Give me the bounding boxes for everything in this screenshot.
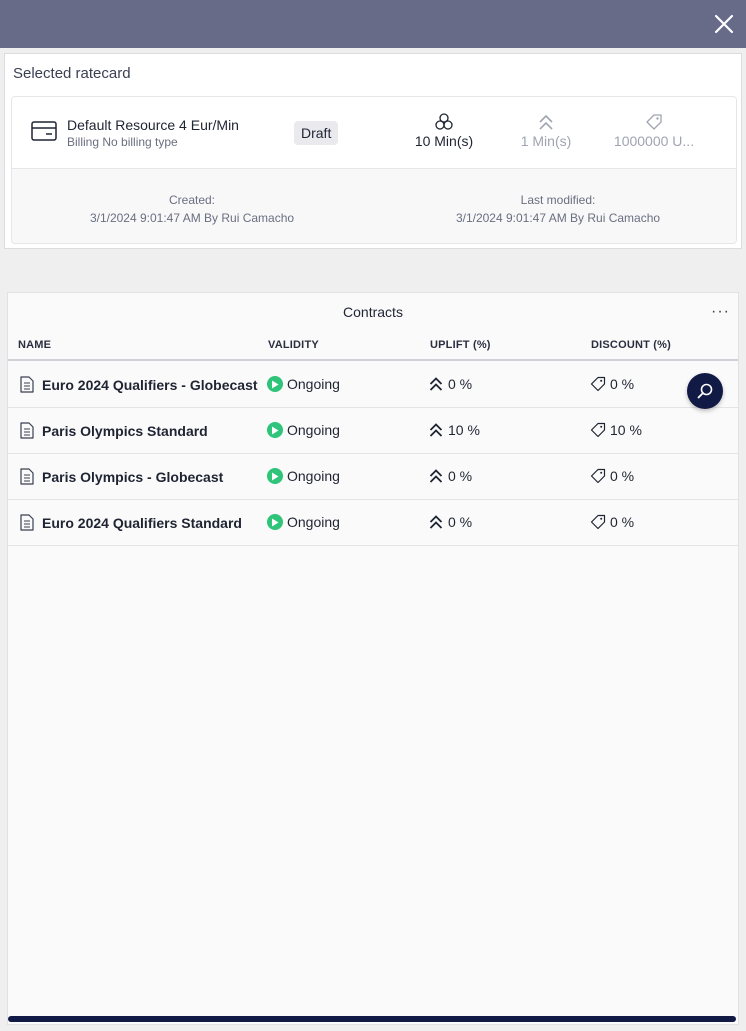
tag-icon [590, 514, 606, 530]
close-icon [714, 14, 734, 34]
credit-card-icon [31, 121, 57, 141]
ratecard-billing: Billing No billing type [67, 135, 178, 149]
discount-value: 0 % [610, 468, 635, 484]
contracts-title: Contracts [343, 304, 403, 320]
discount-cell: 0 % [590, 376, 634, 392]
play-circle-icon [267, 468, 283, 484]
validity-status: Ongoing [287, 468, 340, 484]
contract-name: Euro 2024 Qualifiers - Globecast [42, 376, 258, 393]
duration-stat: 10 Min(s) [404, 113, 484, 149]
contract-name-cell: Paris Olympics Standard [20, 422, 208, 439]
play-circle-icon [267, 422, 283, 438]
uplift-value: 0 % [448, 376, 473, 392]
document-icon [20, 422, 34, 439]
top-bar [0, 0, 746, 48]
units-value: 1000000 U... [613, 133, 695, 149]
double-chevron-up-icon [429, 377, 443, 391]
uplift-cell: 10 % [429, 422, 480, 438]
play-circle-icon [267, 514, 283, 530]
discount-value: 0 % [610, 514, 635, 530]
modified-info: Last modified: 3/1/2024 9:01:47 AM By Ru… [418, 191, 698, 227]
ratecard-summary: Default Resource 4 Eur/Min Billing No bi… [12, 97, 736, 169]
increment-value: 1 Min(s) [520, 133, 572, 149]
uplift-value: 0 % [448, 468, 473, 484]
contract-name: Paris Olympics - Globecast [42, 468, 224, 485]
coins-icon [435, 113, 453, 130]
uplift-cell: 0 % [429, 468, 472, 484]
validity-cell: Ongoing [267, 376, 340, 392]
discount-value: 10 % [610, 422, 642, 438]
document-icon [20, 376, 34, 393]
created-info: Created: 3/1/2024 9:01:47 AM By Rui Cama… [52, 191, 332, 227]
uplift-cell: 0 % [429, 376, 472, 392]
uplift-cell: 0 % [429, 514, 472, 530]
column-header-validity[interactable]: VALIDITY [268, 339, 319, 351]
validity-cell: Ongoing [267, 468, 340, 484]
column-header-discount[interactable]: DISCOUNT (%) [591, 339, 671, 351]
discount-cell: 10 % [590, 422, 642, 438]
modified-label: Last modified: [520, 193, 596, 207]
discount-value: 0 % [610, 376, 635, 392]
more-options-button[interactable]: ··· [711, 303, 730, 321]
validity-status: Ongoing [287, 376, 340, 392]
contract-name-cell: Euro 2024 Qualifiers - Globecast [20, 376, 258, 393]
validity-cell: Ongoing [267, 514, 340, 530]
table-row[interactable]: Euro 2024 Qualifiers - Globecast Ongoing… [8, 362, 738, 408]
ratecard-card[interactable]: Default Resource 4 Eur/Min Billing No bi… [11, 96, 737, 244]
double-chevron-up-icon [429, 423, 443, 437]
contracts-panel: Contracts ··· NAME VALIDITY UPLIFT (%) D… [7, 292, 739, 1025]
discount-cell: 0 % [590, 468, 634, 484]
table-header: NAME VALIDITY UPLIFT (%) DISCOUNT (%) [8, 333, 738, 361]
tag-icon [590, 422, 606, 438]
created-label: Created: [168, 193, 216, 207]
tag-icon [590, 376, 606, 392]
discount-cell: 0 % [590, 514, 634, 530]
close-button[interactable] [712, 12, 736, 36]
double-chevron-up-icon [429, 469, 443, 483]
duration-value: 10 Min(s) [414, 133, 474, 149]
double-chevron-up-icon [429, 515, 443, 529]
table-row[interactable]: Euro 2024 Qualifiers Standard Ongoing 0 … [8, 500, 738, 546]
document-icon [20, 514, 34, 531]
search-icon [697, 383, 713, 399]
play-circle-icon [267, 376, 283, 392]
table-row[interactable]: Paris Olympics - Globecast Ongoing 0 % 0… [8, 454, 738, 500]
document-icon [20, 468, 34, 485]
status-badge: Draft [294, 121, 339, 145]
search-button[interactable] [687, 373, 723, 409]
modified-value: 3/1/2024 9:01:47 AM By Rui Camacho [455, 211, 661, 225]
validity-status: Ongoing [287, 422, 340, 438]
horizontal-scrollbar[interactable] [8, 1016, 736, 1022]
contract-name: Euro 2024 Qualifiers Standard [42, 514, 242, 531]
column-header-uplift[interactable]: UPLIFT (%) [430, 339, 491, 351]
contract-name-cell: Euro 2024 Qualifiers Standard [20, 514, 242, 531]
validity-cell: Ongoing [267, 422, 340, 438]
uplift-value: 10 % [448, 422, 480, 438]
validity-status: Ongoing [287, 514, 340, 530]
ratecard-name: Default Resource 4 Eur/Min [67, 117, 239, 133]
panel-title: Selected ratecard [13, 65, 131, 82]
units-stat: 1000000 U... [608, 113, 700, 149]
contract-name: Paris Olympics Standard [42, 422, 208, 439]
table-row[interactable]: Paris Olympics Standard Ongoing 10 % 10 … [8, 408, 738, 454]
double-chevron-up-icon [539, 114, 553, 130]
tag-icon [590, 468, 606, 484]
selected-ratecard-panel: Selected ratecard Default Resource 4 Eur… [4, 53, 742, 249]
tag-icon [646, 114, 662, 130]
column-header-name[interactable]: NAME [18, 339, 51, 351]
created-value: 3/1/2024 9:01:47 AM By Rui Camacho [89, 211, 295, 225]
contract-name-cell: Paris Olympics - Globecast [20, 468, 223, 485]
increment-stat: 1 Min(s) [506, 113, 586, 149]
uplift-value: 0 % [448, 514, 473, 530]
